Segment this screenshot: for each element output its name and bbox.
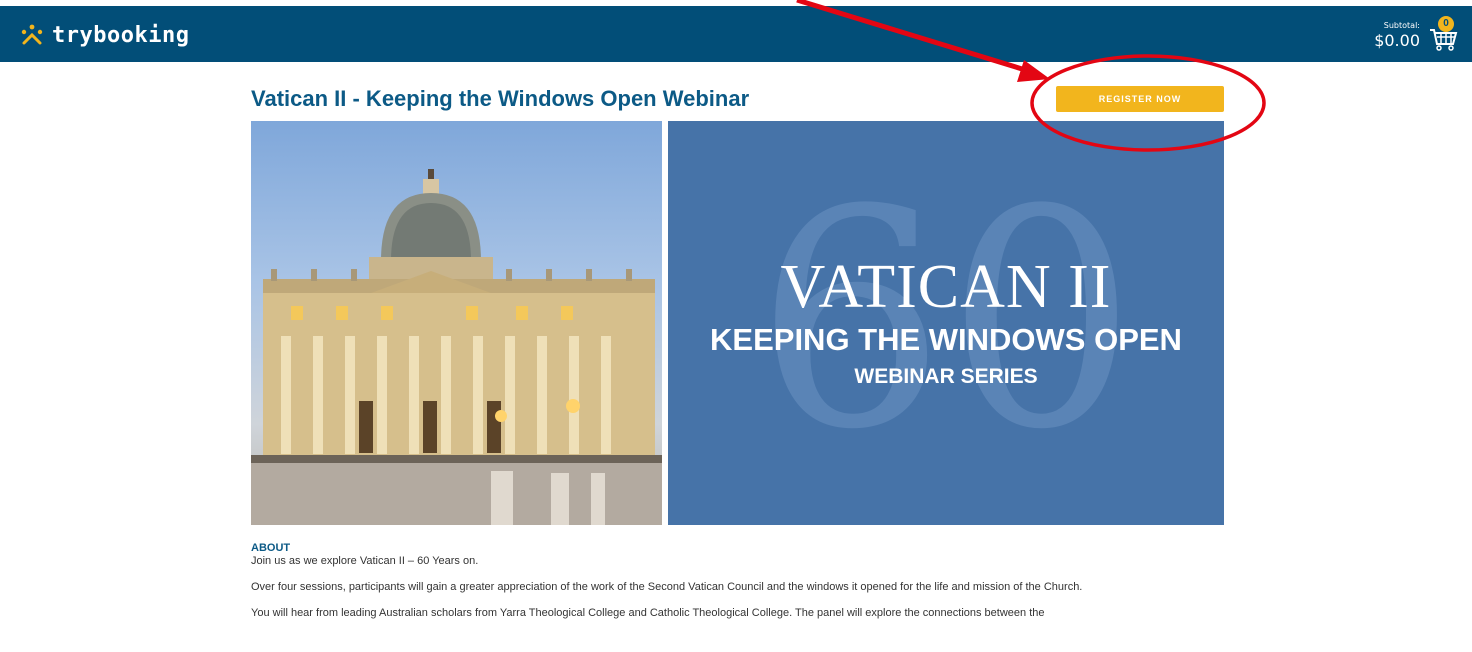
webinar-banner: 60 VATICAN II KEEPING THE WINDOWS OPEN W…: [668, 121, 1224, 525]
about-paragraph: Over four sessions, participants will ga…: [251, 581, 1083, 593]
subtotal: Subtotal: $0.00: [1374, 20, 1420, 50]
about-paragraph: You will hear from leading Australian sc…: [251, 607, 1045, 619]
banner-series: WEBINAR SERIES: [854, 365, 1038, 388]
basilica-photo: [251, 121, 662, 525]
banner-title: VATICAN II: [780, 253, 1112, 321]
subtotal-label: Subtotal:: [1383, 20, 1420, 30]
annotation-arrowhead: [1017, 60, 1050, 82]
about-section: ABOUT Join us as we explore Vatican II –…: [251, 542, 1226, 620]
event-title: Vatican II - Keeping the Windows Open We…: [251, 86, 750, 111]
logo-dots-icon: [21, 24, 43, 45]
about-paragraph: Join us as we explore Vatican II – 60 Ye…: [251, 555, 479, 567]
cart-count-badge: 0: [1438, 16, 1454, 32]
banner-subtitle: KEEPING THE WINDOWS OPEN: [710, 322, 1182, 357]
shopping-cart-icon[interactable]: 0: [1428, 16, 1458, 52]
trybooking-logo[interactable]: trybooking: [20, 20, 189, 50]
top-header: trybooking Subtotal: $0.00 0: [0, 6, 1472, 62]
register-now-button[interactable]: REGISTER NOW: [1056, 86, 1224, 112]
about-heading: ABOUT: [251, 542, 291, 554]
logo-text: trybooking: [52, 22, 190, 48]
cart-area[interactable]: Subtotal: $0.00 0: [1374, 14, 1458, 56]
subtotal-value: $0.00: [1374, 30, 1420, 50]
